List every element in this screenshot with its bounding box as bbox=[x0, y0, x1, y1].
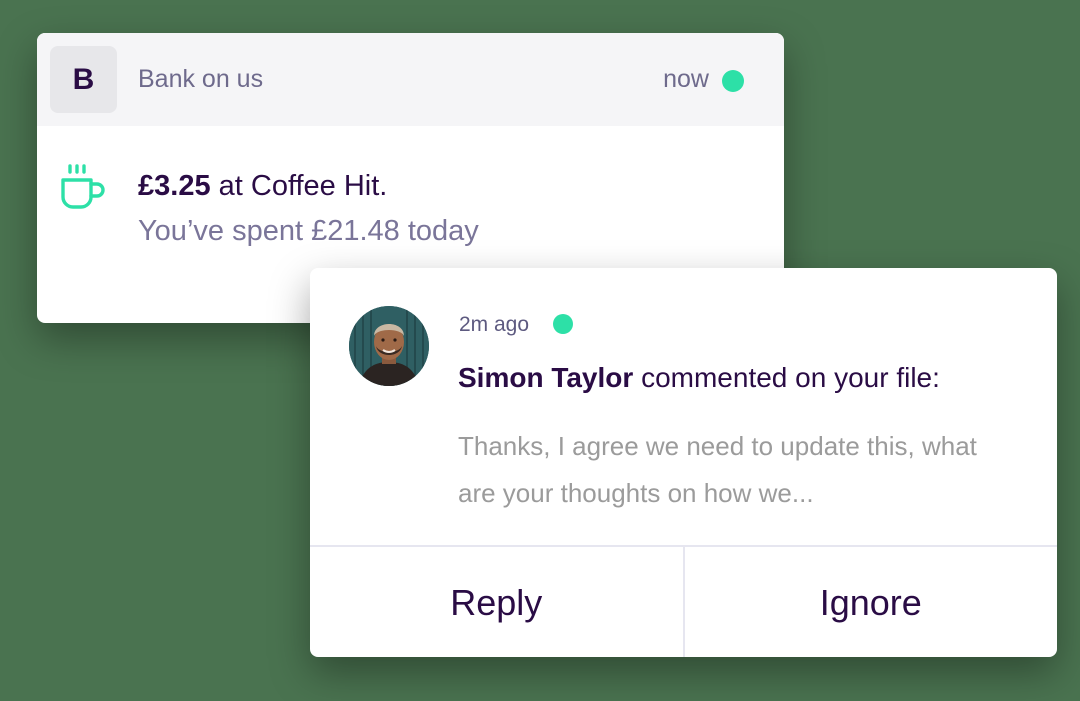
comment-headline: Simon Taylor commented on your file: bbox=[458, 362, 940, 394]
bank-app-logo: B bbox=[50, 46, 117, 113]
notification-header: B Bank on us now bbox=[37, 33, 784, 126]
ignore-button[interactable]: Ignore bbox=[682, 547, 1058, 657]
app-name: Bank on us bbox=[138, 65, 264, 93]
unread-status-dot bbox=[553, 314, 573, 334]
spending-summary: You’ve spent £21.48 today bbox=[138, 215, 479, 247]
bank-logo-letter: B bbox=[72, 62, 95, 96]
user-avatar bbox=[349, 306, 429, 386]
reply-button[interactable]: Reply bbox=[310, 547, 683, 657]
coffee-cup-icon bbox=[61, 164, 105, 209]
comment-action-text: commented on your file: bbox=[633, 362, 940, 393]
transaction-text: £3.25 at Coffee Hit. bbox=[138, 170, 387, 203]
transaction-amount: £3.25 bbox=[138, 170, 211, 202]
comment-notification-card[interactable]: 2m ago Simon Taylor commented on your fi… bbox=[310, 268, 1057, 657]
comment-preview: Thanks, I agree we need to update this, … bbox=[458, 431, 977, 508]
avatar-image bbox=[349, 306, 429, 386]
unread-status-dot bbox=[722, 70, 744, 92]
notification-time: now bbox=[663, 65, 709, 93]
comment-author: Simon Taylor bbox=[458, 362, 634, 393]
notification-actions: Reply Ignore bbox=[310, 545, 1057, 657]
transaction-merchant: at Coffee Hit. bbox=[210, 170, 388, 202]
comment-time: 2m ago bbox=[459, 313, 530, 336]
